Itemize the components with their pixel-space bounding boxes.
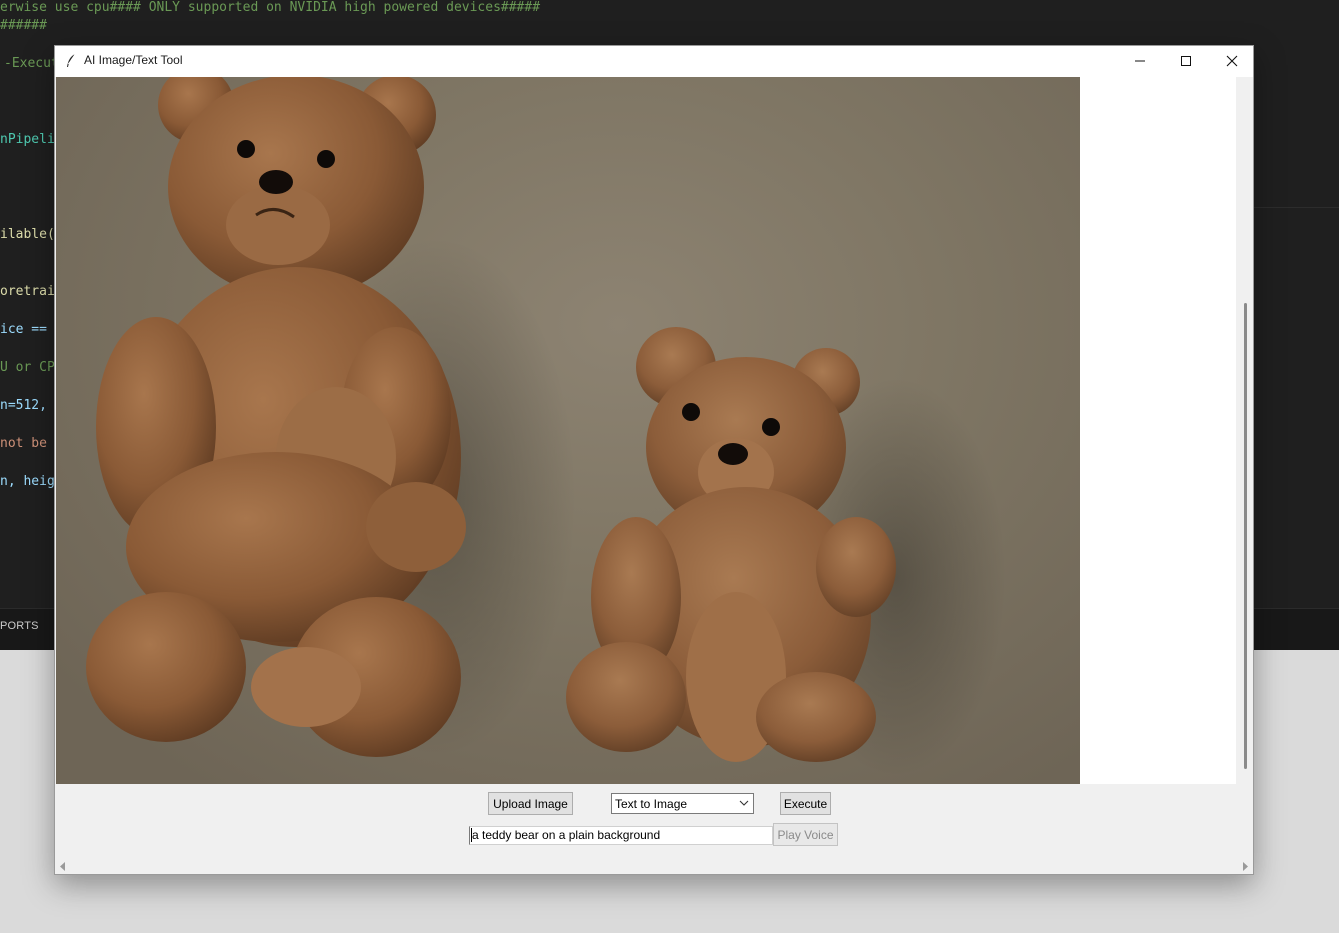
- prompt-input[interactable]: a teddy bear on a plain background: [469, 826, 773, 845]
- code-line-1: erwise use cpu#### ONLY supported on NVI…: [0, 0, 541, 15]
- vertical-scrollbar[interactable]: [1237, 77, 1253, 784]
- mode-select-value: Text to Image: [615, 797, 688, 811]
- editor-right-pane: [1254, 0, 1339, 650]
- panel-tab-ports[interactable]: PORTS: [0, 620, 39, 632]
- scroll-right-arrow-icon[interactable]: [1241, 862, 1249, 871]
- mode-select[interactable]: Text to Image: [611, 793, 754, 814]
- scroll-left-arrow-icon[interactable]: [59, 862, 67, 871]
- large-teddy-bear: [86, 77, 466, 757]
- title-bar[interactable]: AI Image/Text Tool: [55, 46, 1253, 77]
- close-icon: [1226, 55, 1238, 67]
- execute-button[interactable]: Execute: [780, 792, 831, 815]
- prompt-input-value: a teddy bear on a plain background: [472, 828, 661, 842]
- horizontal-scrollbar[interactable]: [55, 858, 1253, 874]
- vertical-scrollbar-thumb[interactable]: [1244, 303, 1247, 769]
- maximize-button[interactable]: [1163, 46, 1209, 76]
- chevron-down-icon: [739, 800, 749, 806]
- minimize-icon: [1135, 60, 1145, 62]
- maximize-icon: [1181, 56, 1191, 66]
- teddy-bears-illustration: [86, 77, 1006, 777]
- image-canvas[interactable]: [56, 77, 1236, 784]
- minimize-button[interactable]: [1117, 46, 1163, 76]
- feather-icon: [67, 53, 76, 67]
- app-window: AI Image/Text Tool Upload Image Text to …: [54, 45, 1254, 875]
- window-title: AI Image/Text Tool: [84, 53, 183, 67]
- upload-image-button[interactable]: Upload Image: [488, 792, 573, 815]
- small-teddy-bear: [566, 327, 896, 762]
- close-button[interactable]: [1209, 46, 1255, 76]
- play-voice-button[interactable]: Play Voice: [773, 823, 838, 846]
- code-line-2: ######: [0, 18, 47, 33]
- code-line-3: -Execut: [4, 56, 59, 71]
- generated-image: [56, 77, 1080, 784]
- editor-divider: [1254, 207, 1339, 208]
